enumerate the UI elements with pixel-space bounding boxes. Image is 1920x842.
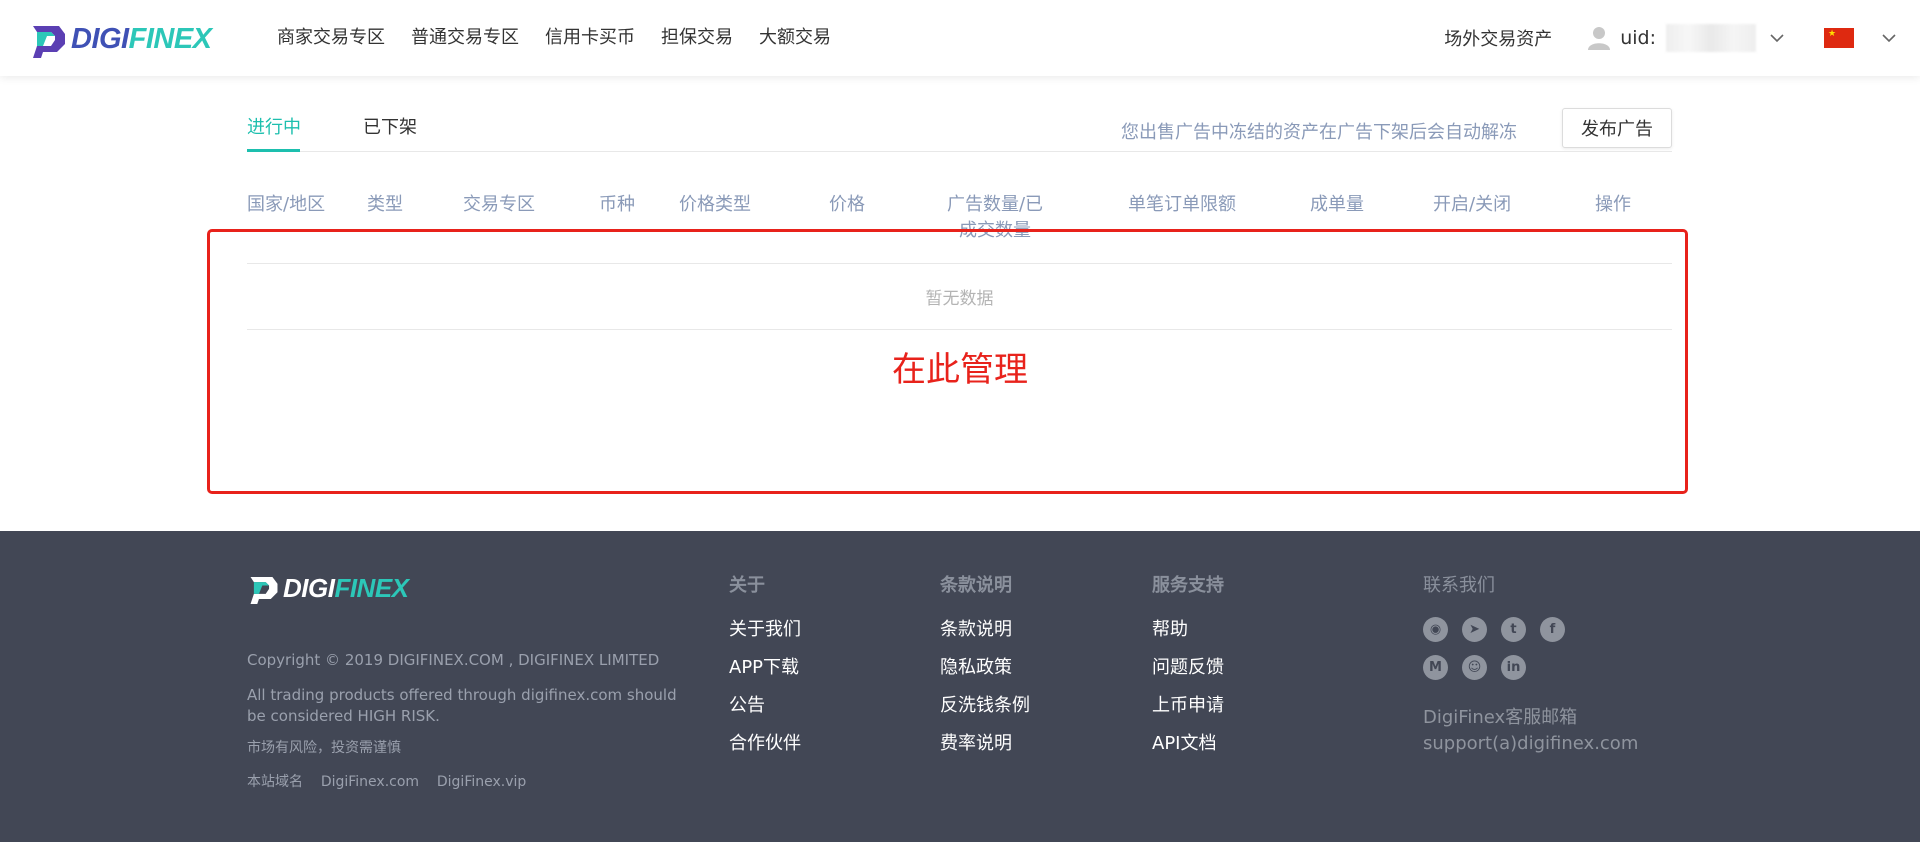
- footer-col-about: 关于 关于我们 APP下载 公告 合作伙伴: [729, 571, 801, 763]
- footer-link-about-us[interactable]: 关于我们: [729, 611, 801, 649]
- footer-link-terms[interactable]: 条款说明: [940, 611, 1030, 649]
- logo-mark-icon: [33, 26, 65, 58]
- footer-link-announcements[interactable]: 公告: [729, 687, 801, 725]
- footer-link-feedback[interactable]: 问题反馈: [1152, 649, 1224, 687]
- support-mail-address[interactable]: support(a)digifinex.com: [1423, 731, 1638, 757]
- col-order-limit: 单笔订单限额: [1128, 194, 1236, 215]
- copyright-text: Copyright © 2019 DIGIFINEX.COM , DIGIFIN…: [247, 651, 660, 669]
- risk-warning-en: All trading products offered through dig…: [247, 686, 677, 725]
- twitter-icon[interactable]: t: [1501, 617, 1526, 642]
- nav-large-trading[interactable]: 大额交易: [759, 25, 831, 51]
- domain-link-com[interactable]: DigiFinex.com: [321, 774, 419, 790]
- footer-link-api-docs[interactable]: API文档: [1152, 725, 1224, 763]
- telegram-icon[interactable]: ➤: [1462, 617, 1487, 642]
- footer-link-fees[interactable]: 费率说明: [940, 725, 1030, 763]
- user-menu[interactable]: uid:: [1588, 24, 1784, 52]
- nav-escrow-trading[interactable]: 担保交易: [661, 25, 733, 51]
- footer-col-support: 服务支持 帮助 问题反馈 上币申请 API文档: [1152, 571, 1224, 763]
- site-footer: DIGIFINEX Copyright © 2019 DIGIFINEX.COM…: [0, 531, 1920, 842]
- medium-icon[interactable]: M: [1423, 655, 1448, 680]
- footer-about-title: 关于: [729, 575, 765, 596]
- main-nav: 商家交易专区 普通交易专区 信用卡买币 担保交易 大额交易: [277, 25, 857, 51]
- facebook-icon[interactable]: f: [1540, 617, 1565, 642]
- wechat-icon[interactable]: ◉: [1423, 617, 1448, 642]
- footer-link-app-download[interactable]: APP下载: [729, 649, 801, 687]
- logo-mark-icon: [250, 577, 278, 604]
- domain-link-vip[interactable]: DigiFinex.vip: [437, 774, 526, 790]
- tab-delisted-ads[interactable]: 已下架: [363, 116, 417, 140]
- social-row-1: ◉ ➤ t f: [1423, 617, 1565, 642]
- frozen-asset-notice: 您出售广告中冻结的资产在广告下架后会自动解冻: [1121, 122, 1517, 143]
- footer-col-terms: 条款说明 条款说明 隐私政策 反洗钱条例 费率说明: [940, 571, 1030, 763]
- support-mail-block: DigiFinex客服邮箱 support(a)digifinex.com: [1423, 705, 1638, 757]
- logo-text: DIGIFINEX: [71, 22, 212, 55]
- digifinex-logo[interactable]: DIGIFINEX: [29, 20, 212, 58]
- domains-row: 本站域名 DigiFinex.com DigiFinex.vip: [247, 772, 526, 793]
- footer-link-help[interactable]: 帮助: [1152, 611, 1224, 649]
- nav-merchant-trading[interactable]: 商家交易专区: [277, 25, 385, 51]
- col-toggle: 开启/关闭: [1433, 194, 1512, 215]
- footer-logo-text: DIGIFINEX: [283, 572, 409, 603]
- footer-support-title: 服务支持: [1152, 575, 1224, 596]
- col-type: 类型: [367, 194, 403, 215]
- otc-assets-link[interactable]: 场外交易资产: [1444, 25, 1552, 51]
- footer-link-privacy[interactable]: 隐私政策: [940, 649, 1030, 687]
- col-country: 国家/地区: [247, 194, 326, 215]
- support-mail-label: DigiFinex客服邮箱: [1423, 707, 1578, 728]
- footer-link-listing[interactable]: 上币申请: [1152, 687, 1224, 725]
- language-selector[interactable]: ★: [1824, 28, 1896, 48]
- annotation-text: 在此管理: [892, 350, 1028, 390]
- col-action: 操作: [1595, 194, 1631, 215]
- tab-active-ads[interactable]: 进行中: [247, 116, 301, 152]
- footer-logo[interactable]: DIGIFINEX: [247, 572, 409, 604]
- footer-link-aml[interactable]: 反洗钱条例: [940, 687, 1030, 725]
- nav-credit-card-buy[interactable]: 信用卡买币: [545, 25, 635, 51]
- footer-terms-title: 条款说明: [940, 575, 1012, 596]
- risk-warning-cn: 市场有风险，投资需谨慎: [247, 740, 401, 756]
- col-price-type: 价格类型: [679, 194, 751, 215]
- footer-contact-title: 联系我们: [1423, 575, 1495, 596]
- footer-col-contact: 联系我们: [1423, 571, 1495, 597]
- chevron-down-icon: [1882, 34, 1896, 43]
- nav-normal-trading[interactable]: 普通交易专区: [411, 25, 519, 51]
- chevron-down-icon: [1770, 34, 1784, 43]
- uid-value-blurred: [1666, 24, 1756, 52]
- header-right: 场外交易资产 uid: ★: [1444, 0, 1920, 76]
- col-order-count: 成单量: [1310, 194, 1364, 215]
- col-coin: 币种: [599, 194, 635, 215]
- ad-status-tabs: 进行中 已下架 您出售广告中冻结的资产在广告下架后会自动解冻 发布广告: [247, 108, 1672, 152]
- domains-label: 本站域名: [247, 774, 303, 790]
- publish-ad-button[interactable]: 发布广告: [1562, 108, 1672, 148]
- reddit-icon[interactable]: ☺: [1462, 655, 1487, 680]
- china-flag-icon: ★: [1824, 28, 1854, 48]
- user-avatar-icon: [1588, 27, 1611, 50]
- social-row-2: M ☺ in: [1423, 655, 1526, 680]
- footer-link-partners[interactable]: 合作伙伴: [729, 725, 801, 763]
- linkedin-icon[interactable]: in: [1501, 655, 1526, 680]
- top-header: DIGIFINEX 商家交易专区 普通交易专区 信用卡买币 担保交易 大额交易 …: [0, 0, 1920, 76]
- col-price: 价格: [829, 194, 865, 215]
- uid-label: uid:: [1620, 27, 1656, 49]
- col-trade-zone: 交易专区: [463, 194, 535, 215]
